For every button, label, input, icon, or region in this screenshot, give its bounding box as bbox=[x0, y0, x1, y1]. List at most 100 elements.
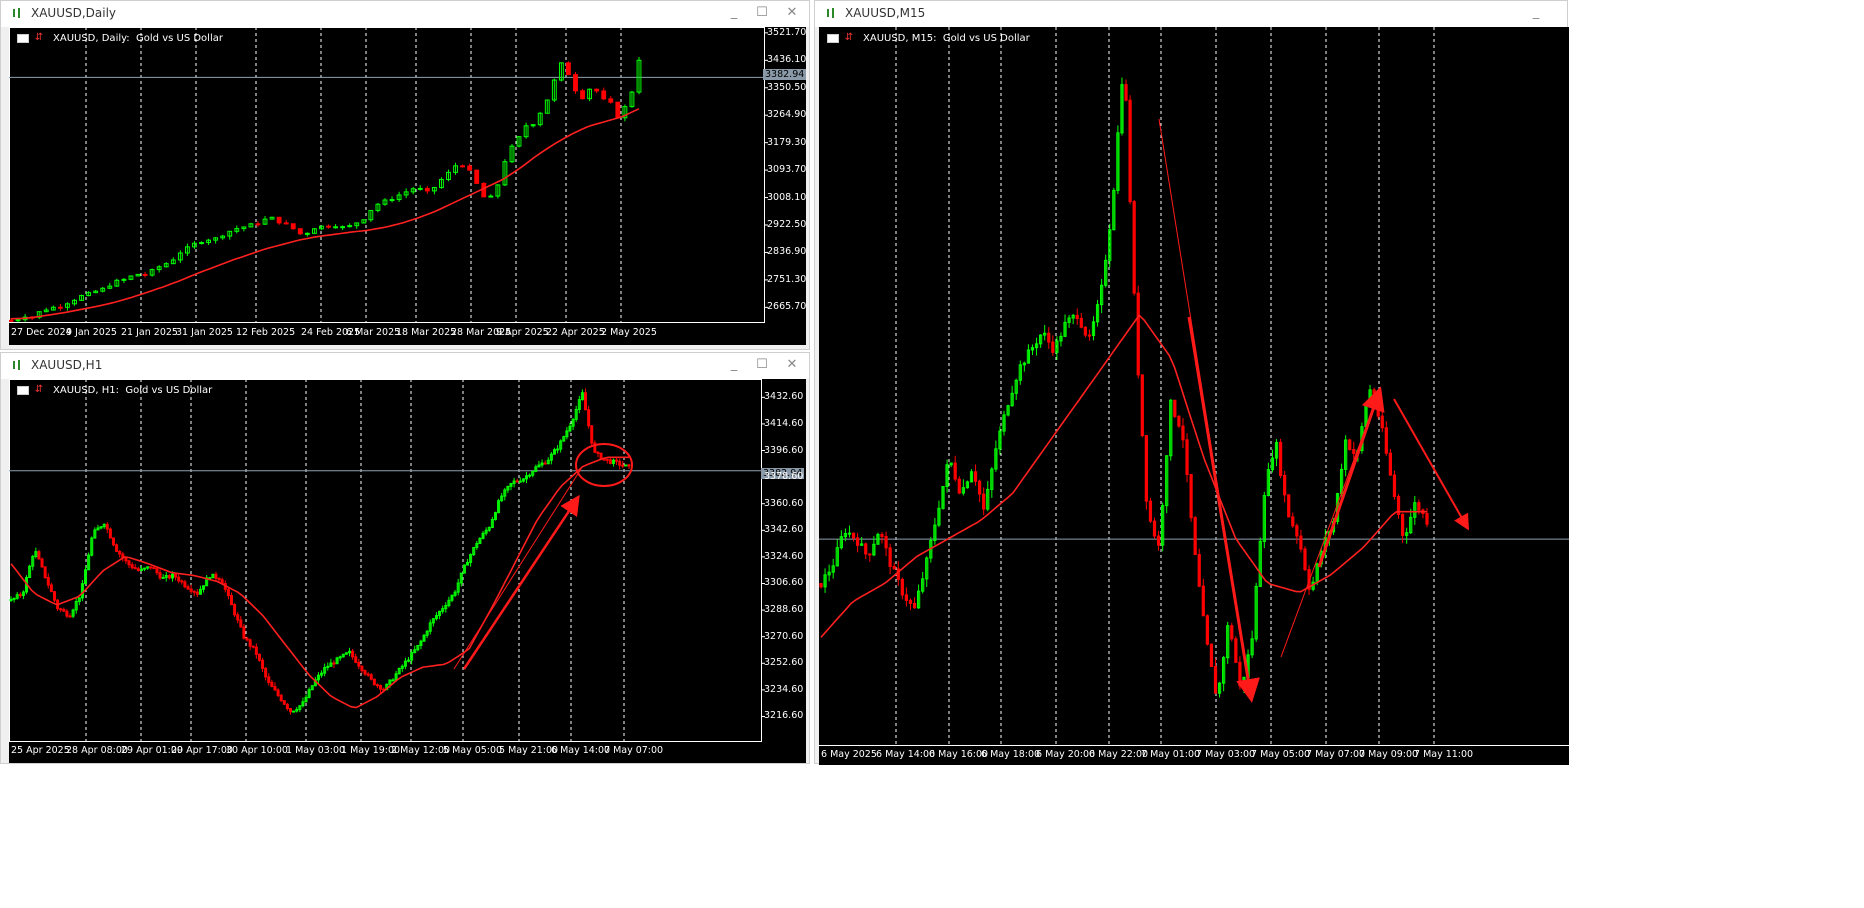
annotation-line bbox=[453, 468, 582, 670]
y-tick-label: 3436.10 bbox=[767, 54, 806, 66]
annotation-arrow bbox=[1393, 398, 1469, 531]
candle-body bbox=[601, 90, 607, 100]
candle-body bbox=[584, 392, 588, 411]
candle-body bbox=[624, 464, 628, 467]
candle-body bbox=[1303, 548, 1307, 570]
x-tick-label: 6 May 14:00 bbox=[876, 749, 936, 760]
maximize-button[interactable]: ☐ bbox=[751, 4, 773, 22]
candle-body bbox=[242, 626, 246, 639]
chart-svg bbox=[9, 379, 765, 742]
x-tick-label: 7 May 07:00 bbox=[604, 745, 664, 756]
h1-chart-window: XAUUSD,H1 _ ☐ ✕ ⇵ XAUUSD, H1: Gold vs US… bbox=[0, 352, 810, 764]
candle-body bbox=[460, 165, 466, 168]
x-tick-label: 7 May 03:00 bbox=[1196, 749, 1256, 760]
one-click-trading-icon[interactable]: ⇵ bbox=[33, 384, 45, 396]
candle-body bbox=[105, 523, 109, 530]
x-tick-label: 12 Feb 2025 bbox=[236, 327, 296, 338]
candle-body bbox=[1047, 332, 1051, 343]
candle-body bbox=[270, 681, 274, 688]
candle-body bbox=[900, 578, 904, 596]
candle-body bbox=[167, 575, 171, 579]
candle-body bbox=[1283, 474, 1287, 496]
candle-body bbox=[152, 567, 156, 570]
h1-window-title: XAUUSD,H1 bbox=[31, 358, 103, 372]
y-tick-label: 3008.10 bbox=[767, 191, 806, 203]
candle-body bbox=[229, 595, 233, 606]
one-click-trading-icon[interactable]: ⇵ bbox=[33, 32, 45, 44]
candle-body bbox=[332, 662, 336, 665]
candle-body bbox=[391, 679, 395, 682]
daily-chart-area[interactable]: ⇵ XAUUSD, Daily: Gold vs US Dollar 3382.… bbox=[9, 27, 806, 345]
m15-chart-area[interactable]: ⇵ XAUUSD, M15: Gold vs US Dollar 6 May 2… bbox=[819, 27, 1569, 765]
candle-body bbox=[18, 594, 22, 597]
chart-menu-icon[interactable] bbox=[17, 386, 29, 395]
candle-body bbox=[1181, 425, 1185, 441]
candle-body bbox=[1185, 439, 1189, 475]
candle-body bbox=[1295, 525, 1299, 537]
candle-body bbox=[297, 228, 303, 235]
candle-body bbox=[1144, 435, 1148, 502]
candle-body bbox=[973, 471, 978, 482]
candle-body bbox=[115, 544, 119, 552]
m15-titlebar[interactable]: XAUUSD,M15 _ bbox=[815, 1, 1567, 27]
x-tick-label: 6 May 18:00 bbox=[981, 749, 1041, 760]
candle-body bbox=[912, 602, 917, 609]
y-tick-label: 3216.60 bbox=[764, 710, 804, 722]
minimize-button[interactable]: _ bbox=[723, 4, 745, 22]
candle-body bbox=[52, 591, 56, 601]
minimize-button[interactable]: _ bbox=[723, 356, 745, 374]
y-tick-label: 3350.50 bbox=[767, 81, 806, 93]
candle-body bbox=[180, 580, 184, 583]
candle-body bbox=[161, 576, 165, 579]
candle-body bbox=[1177, 415, 1181, 427]
candle-body bbox=[621, 464, 625, 467]
x-tick-label: 22 Apr 2025 bbox=[546, 327, 605, 338]
candle-body bbox=[528, 474, 532, 477]
chart-menu-icon[interactable] bbox=[17, 34, 29, 43]
h1-titlebar[interactable]: XAUUSD,H1 _ ☐ ✕ bbox=[1, 353, 809, 379]
candle-body bbox=[1083, 326, 1087, 336]
h1-chart-area[interactable]: ⇵ XAUUSD, H1: Gold vs US Dollar 3382.94 … bbox=[9, 379, 806, 763]
moving-average-line bbox=[10, 456, 629, 709]
candle-body bbox=[177, 576, 181, 582]
candle-body bbox=[354, 656, 358, 663]
candle-body bbox=[543, 462, 547, 465]
candle-body bbox=[199, 242, 204, 245]
candle-body bbox=[880, 533, 884, 537]
candle-body bbox=[1087, 334, 1092, 337]
candle-body bbox=[1238, 661, 1242, 687]
y-tick-label: 2751.30 bbox=[767, 273, 806, 285]
minimize-button[interactable]: _ bbox=[1525, 4, 1547, 22]
candle-body bbox=[957, 478, 961, 494]
one-click-trading-icon[interactable]: ⇵ bbox=[843, 32, 855, 44]
candle-body bbox=[1152, 520, 1157, 537]
candle-body bbox=[1291, 516, 1295, 527]
candle-body bbox=[127, 560, 131, 566]
m15-chart-window: XAUUSD,M15 _ ⇵ XAUUSD, M15: Gold vs US D… bbox=[814, 0, 1569, 765]
x-tick-label: 6 May 14:00 bbox=[551, 745, 611, 756]
candle-body bbox=[1287, 494, 1291, 518]
candle-body bbox=[1213, 666, 1218, 694]
maximize-button[interactable]: ☐ bbox=[751, 356, 773, 374]
candle-body bbox=[1193, 517, 1197, 555]
candle-body bbox=[326, 225, 331, 228]
candle-body bbox=[357, 661, 361, 667]
close-button[interactable]: ✕ bbox=[781, 4, 803, 22]
daily-titlebar[interactable]: XAUUSD,Daily _ ☐ ✕ bbox=[1, 1, 809, 27]
candle-body bbox=[186, 586, 190, 590]
candle-body bbox=[255, 223, 261, 226]
candle-body bbox=[847, 532, 852, 535]
close-button[interactable]: ✕ bbox=[781, 356, 803, 374]
candle-body bbox=[142, 273, 148, 276]
y-tick-label: 3432.60 bbox=[764, 391, 804, 403]
chart-menu-icon[interactable] bbox=[827, 34, 839, 43]
x-tick-label: 29 Apr 17:00 bbox=[171, 745, 233, 756]
annotation-arrow bbox=[1187, 316, 1260, 703]
candle-body bbox=[108, 528, 112, 539]
candle-body bbox=[605, 458, 609, 461]
candle-body bbox=[864, 543, 868, 555]
y-tick-label: 3264.90 bbox=[767, 109, 806, 121]
candle-body bbox=[855, 537, 860, 546]
x-tick-label: 6 May 16:00 bbox=[929, 749, 989, 760]
candle-body bbox=[596, 451, 600, 454]
